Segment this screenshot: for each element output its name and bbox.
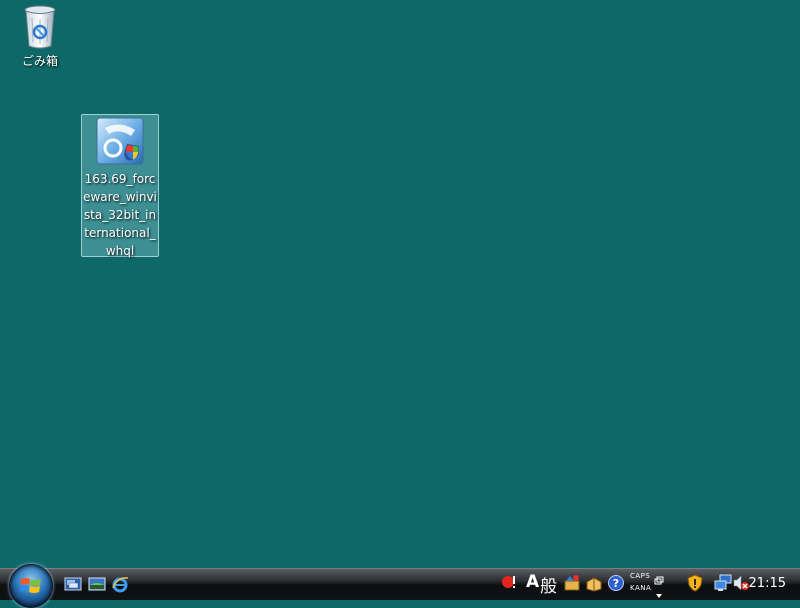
- chevron-down-icon[interactable]: [655, 586, 663, 606]
- system-tray: A 般 ? CAPS KANA 21:15: [490, 569, 800, 601]
- switch-windows-icon[interactable]: [88, 575, 106, 593]
- installer-shield-icon: [96, 117, 144, 165]
- taskbar-clock[interactable]: 21:15: [749, 576, 786, 591]
- desktop-icon-label: 163.69_forceware_winvista_32bit_internat…: [83, 172, 157, 258]
- taskbar: A 般 ? CAPS KANA 21:15: [0, 564, 800, 608]
- volume-muted-icon[interactable]: [732, 573, 750, 593]
- ime-mode-indicator[interactable]: A: [526, 572, 539, 592]
- kana-lock-indicator: KANA: [630, 584, 652, 592]
- caps-lock-indicator: CAPS: [630, 572, 651, 580]
- desktop-icon-recycle-bin[interactable]: ごみ箱: [1, 2, 79, 72]
- ime-kanji-indicator[interactable]: 般: [540, 572, 557, 597]
- desktop-icon-forceware-installer[interactable]: 163.69_forceware_winvista_32bit_internat…: [81, 114, 159, 258]
- internet-explorer-icon[interactable]: [111, 575, 129, 593]
- help-icon[interactable]: ?: [607, 573, 625, 593]
- svg-text:?: ?: [613, 577, 619, 590]
- desktop-icon-label: ごみ箱: [21, 54, 58, 68]
- desktop: ごみ箱 163.69_forceware_winvista_32bit_inte…: [0, 0, 800, 568]
- show-desktop-icon[interactable]: [64, 575, 82, 593]
- start-button[interactable]: [9, 564, 53, 608]
- security-alert-shield-icon[interactable]: [686, 573, 704, 593]
- windows-start-orb-icon: [20, 578, 41, 593]
- alert-balloon-icon[interactable]: [500, 573, 518, 593]
- network-icon[interactable]: [714, 573, 732, 593]
- ime-pad-icon[interactable]: [585, 573, 603, 593]
- recycle-bin-icon: [24, 5, 56, 49]
- ime-toolbox-icon[interactable]: [563, 573, 581, 593]
